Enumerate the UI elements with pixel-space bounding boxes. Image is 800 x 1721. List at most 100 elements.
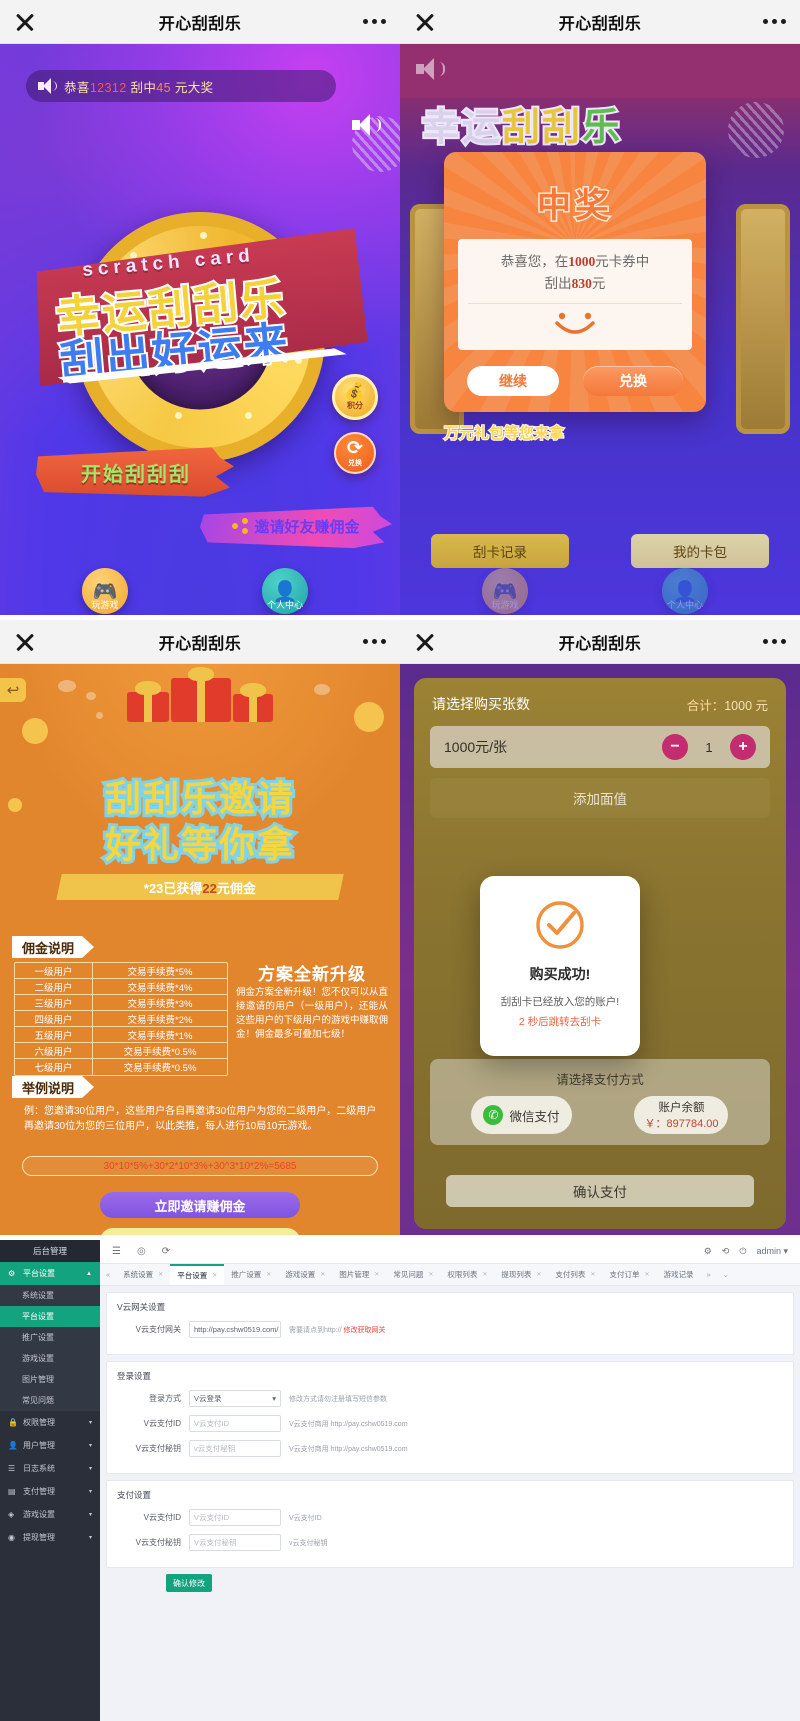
gateway-url-input[interactable]: http://pay.cshw0519.com/: [189, 1321, 281, 1338]
tab-scroll-left[interactable]: «: [100, 1264, 116, 1285]
close-icon[interactable]: ✕: [266, 1271, 271, 1278]
points-badge[interactable]: 💰 积分: [332, 374, 378, 420]
back-arrow-icon[interactable]: ↩: [0, 678, 26, 702]
sidebar-item-payment-management[interactable]: ▤ 支付管理 ▾: [0, 1480, 100, 1503]
sound-toggle-icon[interactable]: [352, 114, 381, 136]
sidebar-sub-game-settings[interactable]: 游戏设置: [0, 1348, 100, 1369]
close-icon[interactable]: [414, 11, 436, 33]
pay-id-input[interactable]: V云支付ID: [189, 1509, 281, 1526]
menu-icon[interactable]: ☰: [112, 1246, 121, 1257]
sidebar-sub-system-settings[interactable]: 系统设置: [0, 1285, 100, 1306]
home-stage: 恭喜12312 刮中45 元大奖 scratch card 幸运刮刮乐 刮出好运…: [0, 44, 400, 615]
power-icon[interactable]: ⏻: [739, 1246, 746, 1257]
gateway-hint-link[interactable]: 修改获取网关: [343, 1327, 385, 1334]
payment-option-wechat[interactable]: ✆ 微信支付: [471, 1096, 572, 1134]
tab-play-game[interactable]: 🎮 玩游戏: [72, 568, 138, 614]
invite-now-button[interactable]: 立即邀请赚佣金: [100, 1192, 300, 1218]
tab-scroll-right[interactable]: »: [700, 1264, 716, 1285]
close-icon[interactable]: [414, 631, 436, 653]
sound-toggle-icon[interactable]: [416, 58, 445, 80]
minus-icon[interactable]: −: [662, 734, 688, 760]
close-icon[interactable]: ✕: [374, 1271, 379, 1278]
pay-secret-hint: v云支付秘钥: [289, 1539, 328, 1547]
purchase-success-dialog: 购买成功! 刮刮卡已经放入您的账户! 2 秒后跳转去刮卡: [480, 876, 640, 1056]
tab-promotion-settings[interactable]: 推广设置 ✕: [224, 1264, 278, 1285]
add-denomination-button[interactable]: 添加面值: [430, 778, 770, 818]
gear-icon[interactable]: ⚙: [704, 1246, 712, 1257]
clock-icon[interactable]: ⟲: [722, 1246, 730, 1257]
tab-withdraw-list[interactable]: 提现列表 ✕: [494, 1264, 548, 1285]
tab-faq[interactable]: 常见问题 ✕: [386, 1264, 440, 1285]
close-icon[interactable]: ✕: [536, 1271, 541, 1278]
tab-permission-list[interactable]: 权限列表 ✕: [440, 1264, 494, 1285]
sidebar-item-label: 平台设置: [23, 1269, 55, 1278]
close-icon[interactable]: ✕: [590, 1271, 595, 1278]
tab-label: 支付订单: [609, 1270, 640, 1279]
marquee-prefix: 恭喜: [64, 80, 90, 95]
close-icon[interactable]: [14, 631, 36, 653]
sidebar-item-label: 支付管理: [23, 1487, 55, 1496]
sidebar-item-platform-settings[interactable]: ⚙ 平台设置 ▲: [0, 1262, 100, 1285]
gateway-settings-card: V云网关设置 V云支付网关 http://pay.cshw0519.com/ 需…: [106, 1292, 794, 1355]
tab-user-center[interactable]: 👤 个人中心: [252, 568, 318, 614]
sidebar-item-user-management[interactable]: 👤 用户管理 ▾: [0, 1434, 100, 1457]
tab-payment-list[interactable]: 支付列表 ✕: [548, 1264, 602, 1285]
sidebar-sub-promotion-settings[interactable]: 推广设置: [0, 1327, 100, 1348]
bottom-tabbar: 🎮 玩游戏 👤 个人中心: [0, 551, 400, 615]
login-id-input[interactable]: V云支付ID: [189, 1415, 281, 1432]
tab-game-records[interactable]: 游戏记录: [656, 1264, 700, 1285]
tab-label: 推广设置: [231, 1270, 262, 1279]
login-method-select[interactable]: V云登录 ▾: [189, 1390, 281, 1407]
rate-cell: 交易手续费*5%: [127, 966, 193, 978]
target-icon[interactable]: ◎: [137, 1246, 146, 1257]
sidebar-item-log-system[interactable]: ☰ 日志系统 ▾: [0, 1457, 100, 1480]
quantity-value[interactable]: 1: [704, 740, 714, 755]
tab-image-management[interactable]: 图片管理 ✕: [332, 1264, 386, 1285]
user-menu[interactable]: admin ▾: [756, 1246, 788, 1257]
tab-game-settings[interactable]: 游戏设置 ✕: [278, 1264, 332, 1285]
close-icon[interactable]: ✕: [158, 1271, 163, 1278]
close-icon[interactable]: ✕: [644, 1271, 649, 1278]
more-icon[interactable]: [763, 19, 786, 24]
close-icon[interactable]: ✕: [482, 1271, 487, 1278]
confirm-payment-button[interactable]: 确认支付: [446, 1175, 754, 1207]
tab-payment-orders[interactable]: 支付订单 ✕: [602, 1264, 656, 1285]
sidebar-sub-label: 系统设置: [22, 1291, 54, 1300]
money-bag-icon: 💰: [344, 382, 366, 401]
success-subtitle: 刮刮卡已经放入您的账户!: [500, 996, 620, 1008]
refresh-icon[interactable]: ⟳: [162, 1246, 170, 1257]
pay-secret-input[interactable]: V云支付秘钥: [189, 1534, 281, 1551]
payment-option-balance[interactable]: 账户余额 ￥：897784.00: [634, 1096, 729, 1134]
close-icon[interactable]: ✕: [212, 1272, 217, 1279]
sidebar-sub-platform-settings[interactable]: 平台设置: [0, 1306, 100, 1327]
chevron-down-icon: ▾: [88, 1420, 92, 1426]
tab-dropdown-icon[interactable]: ⌄: [717, 1264, 735, 1285]
tab-platform-settings[interactable]: 平台设置 ✕: [170, 1264, 225, 1285]
submit-button[interactable]: 确认修改: [166, 1574, 212, 1592]
sidebar-sub-faq[interactable]: 常见问题: [0, 1390, 100, 1411]
continue-button[interactable]: 继续: [467, 366, 559, 396]
tab-user-center[interactable]: 👤 个人中心: [652, 568, 718, 614]
gateway-hint-text: 需要请点到http://: [289, 1326, 342, 1334]
sidebar-sub-image-management[interactable]: 图片管理: [0, 1369, 100, 1390]
admin-sidebar: 后台管理 ⚙ 平台设置 ▲ 系统设置 平台设置 推广设置 游戏设置 图片管理 常…: [0, 1240, 100, 1721]
screenshot-root: 开心刮刮乐 恭喜12312 刮中45 元大奖 scratch card 幸运刮刮…: [0, 0, 800, 1721]
more-icon[interactable]: [763, 639, 786, 644]
tab-play-game[interactable]: 🎮 玩游戏: [472, 568, 538, 614]
close-icon[interactable]: ✕: [428, 1271, 433, 1278]
view-commission-button[interactable]: 查看佣金: [100, 1228, 300, 1235]
admin-main: ☰ ◎ ⟳ ⚙ ⟲ ⏻ admin ▾ « 系统设置 ✕ 平台设置 ✕ 推广设置 ✕ …: [100, 1240, 800, 1721]
sidebar-item-withdraw-management[interactable]: ◉ 提现管理 ▾: [0, 1526, 100, 1549]
more-icon[interactable]: [363, 19, 386, 24]
close-icon[interactable]: ✕: [320, 1271, 325, 1278]
close-icon[interactable]: [14, 11, 36, 33]
plus-icon[interactable]: +: [730, 734, 756, 760]
exchange-badge[interactable]: ⟳ 兑换: [334, 432, 376, 474]
exchange-button[interactable]: 兑换: [583, 366, 683, 396]
sidebar-item-permission-management[interactable]: 🔒 权限管理 ▾: [0, 1411, 100, 1434]
login-secret-input[interactable]: v云支付秘钥: [189, 1440, 281, 1457]
more-icon[interactable]: [363, 639, 386, 644]
sidebar-item-game-settings[interactable]: ◈ 游戏设置 ▾: [0, 1503, 100, 1526]
tab-play-game-label: 玩游戏: [91, 600, 119, 610]
tab-system-settings[interactable]: 系统设置 ✕: [116, 1264, 170, 1285]
